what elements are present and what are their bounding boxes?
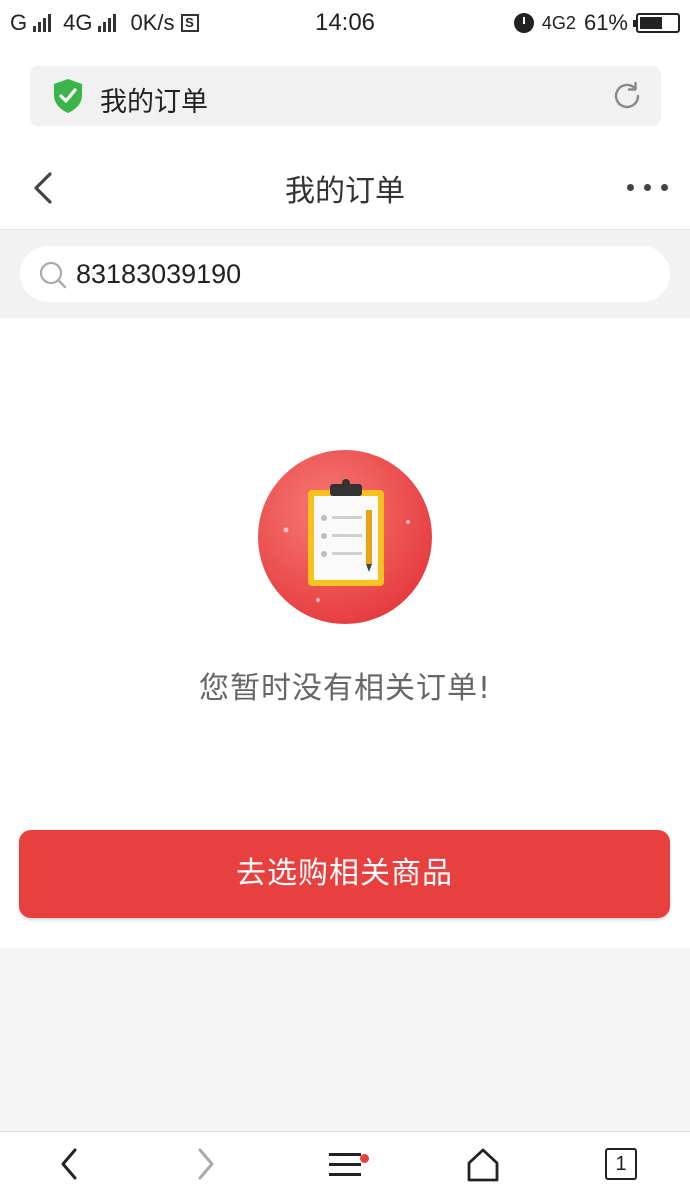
- menu-badge-dot: [360, 1154, 369, 1163]
- search-icon: [39, 261, 67, 289]
- battery-percent: 61%: [583, 10, 628, 35]
- search-box[interactable]: [20, 246, 670, 302]
- status-bar: G 4G 0K/s S 14:06 4G2 61%: [0, 0, 690, 48]
- nav-back-button[interactable]: [29, 1132, 109, 1195]
- tabs-icon: 1: [605, 1148, 637, 1180]
- more-icon[interactable]: [627, 184, 668, 191]
- empty-message: 您暂时没有相关订单!: [198, 671, 492, 706]
- nav-home-button[interactable]: [443, 1132, 523, 1195]
- url-text: 我的订单: [100, 87, 208, 118]
- page-title: 我的订单: [285, 174, 405, 209]
- nav-back-icon: [61, 1148, 77, 1180]
- status-right: 4G2 61%: [513, 10, 680, 36]
- shield-check-icon: [54, 79, 82, 113]
- nav-forward-button[interactable]: [166, 1132, 246, 1195]
- alarm-icon: [513, 13, 534, 33]
- nav-menu-button[interactable]: [305, 1132, 385, 1195]
- search-input[interactable]: [76, 254, 636, 294]
- search-area: [0, 230, 690, 318]
- browser-url-area: 我的订单: [0, 48, 690, 144]
- reload-icon[interactable]: [611, 80, 643, 112]
- url-bar[interactable]: 我的订单: [30, 66, 661, 126]
- clipboard-icon: [258, 450, 432, 624]
- battery-icon: [633, 13, 680, 33]
- menu-icon: [329, 1153, 361, 1176]
- empty-state-panel: 您暂时没有相关订单! 去选购相关商品: [0, 318, 690, 948]
- browser-bottom-nav: 1: [0, 1131, 690, 1195]
- shop-related-button[interactable]: 去选购相关商品: [19, 830, 670, 918]
- nav-forward-icon: [198, 1148, 214, 1180]
- network-type: 4G2: [541, 12, 576, 33]
- page-header: 我的订单: [0, 144, 690, 230]
- nav-tabs-button[interactable]: 1: [581, 1132, 661, 1195]
- home-icon: [467, 1148, 499, 1182]
